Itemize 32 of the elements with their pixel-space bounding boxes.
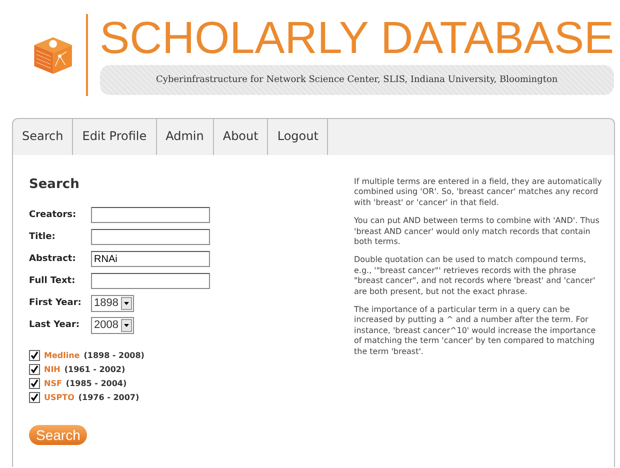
site-subtitle: Cyberinfrastructure for Network Science Center, SLIS, Indiana University, Bloomington <box>100 65 614 95</box>
help-paragraph: Double quotation can be used to match compound terms, e.g., '"breast cancer"' retrieves records with the phrase "breast cancer", and not records where 'breast' and 'cancer' are both present, but not the exact phrase. <box>354 255 596 298</box>
year-range: (1898 - 2008) <box>84 351 144 360</box>
year-range: (1976 - 2007) <box>78 393 140 402</box>
nav-tab[interactable]: Admin <box>156 119 214 155</box>
year-range: (1961 - 2002) <box>64 365 126 374</box>
field-label: Creators: <box>29 210 78 220</box>
year-dropdown[interactable]: 1898 <box>91 294 134 312</box>
text-field[interactable] <box>91 207 210 223</box>
checkbox[interactable] <box>29 364 40 375</box>
nav-tab[interactable]: Edit Profile <box>73 119 157 155</box>
nav-tab[interactable]: Logout <box>268 119 328 155</box>
nav-tab[interactable]: About <box>214 119 268 155</box>
checkbox[interactable] <box>29 392 40 403</box>
checkbox[interactable] <box>29 378 40 389</box>
help-paragraph: If multiple terms are entered in a field, they are automatically combined using 'OR'. So, 'breast cancer' matches any record with 'breast' or 'cancer' in that field. <box>354 177 603 208</box>
year-range: (1985 - 2004) <box>66 379 127 388</box>
text-field[interactable]: RNAi <box>91 251 210 267</box>
text-field[interactable] <box>91 273 210 289</box>
field-label: Abstract: <box>29 254 77 264</box>
help-paragraph: You can put AND between terms to combine with 'AND'. Thus 'breast AND cancer' would only match records that contain both terms. <box>354 216 600 248</box>
field-label: Full Text: <box>29 276 76 286</box>
field-label: Last Year: <box>29 320 81 330</box>
field-label: Title: <box>29 232 56 242</box>
search-heading: Search <box>29 177 80 192</box>
field-label: First Year: <box>29 298 82 308</box>
nav-tab[interactable]: Search <box>13 119 74 155</box>
site-title: SCHOLARLY DATABASE <box>100 15 614 61</box>
checkbox[interactable] <box>29 350 40 361</box>
text-field[interactable] <box>91 229 210 245</box>
year-dropdown[interactable]: 2008 <box>91 316 134 334</box>
help-paragraph: The importance of a particular term in a query can be increased by putting a ^ and a number after the term. For instance, 'breast cancer^10' would increase the importance of matching the term 'cancer' by ten compared to matching the term 'breast'. <box>354 305 597 358</box>
